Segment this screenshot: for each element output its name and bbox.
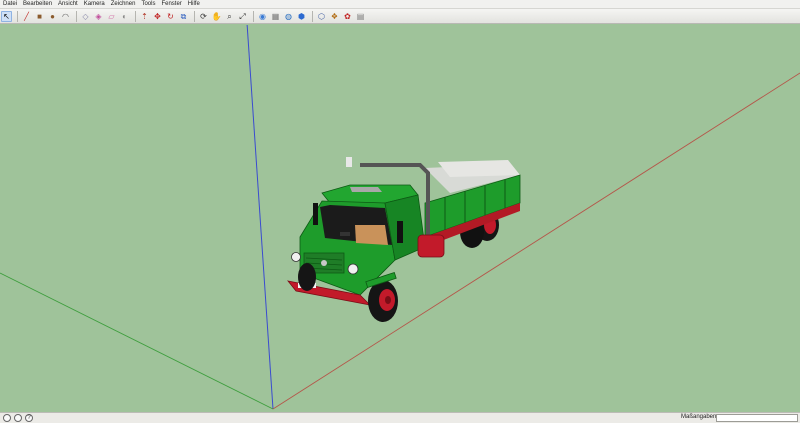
- make-component-button[interactable]: ◇: [80, 11, 91, 22]
- menu-datei[interactable]: Datei: [0, 0, 20, 8]
- fuel-tank: [417, 234, 445, 258]
- toggle-terrain-button[interactable]: ▦: [270, 11, 281, 22]
- steering-wheel: [340, 232, 350, 236]
- exhaust-cap: [346, 157, 352, 167]
- roof-hatch: [350, 187, 382, 192]
- grille-emblem-icon: [321, 260, 327, 266]
- pan-tool-icon: ✋: [211, 11, 222, 21]
- zoom-extents-button[interactable]: ⤢: [237, 11, 248, 22]
- extension-warehouse-icon: ✿: [344, 11, 351, 21]
- get-models-button[interactable]: ⬢: [296, 11, 307, 22]
- push-pull-button[interactable]: ⇡: [139, 11, 150, 22]
- send-to-layout-button[interactable]: ▤: [355, 11, 366, 22]
- help-icon[interactable]: ?: [25, 414, 33, 422]
- menu-kamera[interactable]: Kamera: [81, 0, 108, 8]
- push-pull-tool-icon: ⇡: [141, 11, 148, 21]
- main-toolbar: ↖ ╱ ■ ● ◠ ◇ ◈ ▱ ◐ ⇡ ✥ ↻ ⧉ ⟳ ✋ ⌕ ⤢ ◉ ▦ ◍ …: [0, 9, 800, 24]
- scene-canvas[interactable]: [0, 25, 800, 412]
- menu-bearbeiten[interactable]: Bearbeiten: [20, 0, 55, 8]
- menu-bar: Datei Bearbeiten Ansicht Kamera Zeichnen…: [0, 0, 800, 9]
- menu-ansicht[interactable]: Ansicht: [55, 0, 81, 8]
- arc-tool-button[interactable]: ◠: [60, 11, 71, 22]
- send-to-layout-icon: ▤: [356, 11, 365, 21]
- toolbar-separator: [17, 10, 18, 22]
- zoom-extents-icon: ⤢: [239, 11, 246, 21]
- preview-google-earth-icon: ◍: [285, 11, 292, 21]
- line-tool-button[interactable]: ╱: [21, 11, 32, 22]
- geo-location-icon[interactable]: [3, 414, 11, 422]
- paint-bucket-icon: ◈: [95, 11, 102, 21]
- rotate-tool-button[interactable]: ↻: [165, 11, 176, 22]
- make-component-icon: ◇: [82, 11, 89, 21]
- circle-tool-icon: ●: [50, 11, 55, 21]
- status-bar: ? Maßangaben: [0, 412, 800, 423]
- add-location-button[interactable]: ◉: [257, 11, 268, 22]
- move-tool-icon: ✥: [154, 11, 161, 21]
- measurements-label: Maßangaben: [681, 414, 717, 420]
- zoom-tool-icon: ⌕: [227, 11, 232, 21]
- preview-google-earth-button[interactable]: ◍: [283, 11, 294, 22]
- credits-icon[interactable]: [14, 414, 22, 422]
- offset-tool-icon: ⧉: [180, 11, 187, 21]
- blue-axis: [246, 25, 274, 410]
- paint-bucket-button[interactable]: ◈: [93, 11, 104, 22]
- toolbar-separator: [76, 10, 77, 22]
- right-mirror: [397, 221, 403, 243]
- measurements-input[interactable]: [716, 414, 798, 422]
- zoom-tool-button[interactable]: ⌕: [224, 11, 235, 22]
- menu-hilfe[interactable]: Hilfe: [185, 0, 203, 8]
- wheel-cap: [385, 296, 391, 304]
- add-location-icon: ◉: [259, 11, 266, 21]
- eraser-button[interactable]: ▱: [106, 11, 117, 22]
- share-model-button[interactable]: ⬡: [316, 11, 327, 22]
- share-model-icon: ⬡: [318, 11, 325, 21]
- headlight-right: [347, 263, 359, 275]
- cab-interior-seat: [355, 225, 388, 245]
- get-models-icon: ⬢: [298, 11, 305, 21]
- pan-tool-button[interactable]: ✋: [211, 11, 222, 22]
- left-mirror: [313, 203, 318, 225]
- rotate-tool-icon: ↻: [167, 11, 174, 21]
- extension-warehouse-button[interactable]: ✿: [342, 11, 353, 22]
- component-browser-button[interactable]: ❖: [329, 11, 340, 22]
- eraser-icon: ▱: [108, 11, 115, 21]
- offset-tool-button[interactable]: ⧉: [178, 11, 189, 22]
- pencil-line-tool-icon: ╱: [24, 11, 29, 21]
- circle-tool-button[interactable]: ●: [47, 11, 58, 22]
- menu-fenster[interactable]: Fenster: [158, 0, 184, 8]
- truck-model[interactable]: [287, 157, 521, 322]
- toolbar-separator: [312, 10, 313, 22]
- menu-tools[interactable]: Tools: [138, 0, 158, 8]
- arc-tool-icon: ◠: [62, 11, 69, 21]
- menu-zeichnen[interactable]: Zeichnen: [108, 0, 139, 8]
- front-wheel-left: [298, 263, 316, 291]
- orbit-tool-icon: ⟳: [200, 11, 207, 21]
- model-viewport[interactable]: [0, 25, 800, 412]
- toolbar-separator: [135, 10, 136, 22]
- rectangle-tool-icon: ■: [37, 11, 42, 21]
- toolbar-separator: [194, 10, 195, 22]
- select-tool-icon: ↖: [3, 11, 10, 21]
- headlight-left: [291, 252, 301, 262]
- cargo-bed-back-wall: [438, 160, 520, 177]
- tape-measure-button[interactable]: ◐: [119, 11, 130, 22]
- orbit-tool-button[interactable]: ⟳: [198, 11, 209, 22]
- toolbar-separator: [253, 10, 254, 22]
- tape-measure-icon: ◐: [122, 11, 127, 21]
- move-tool-button[interactable]: ✥: [152, 11, 163, 22]
- select-tool-button[interactable]: ↖: [1, 10, 12, 22]
- toggle-terrain-icon: ▦: [271, 11, 280, 21]
- rectangle-tool-button[interactable]: ■: [34, 11, 45, 22]
- component-browser-icon: ❖: [330, 11, 339, 21]
- green-axis: [0, 272, 274, 410]
